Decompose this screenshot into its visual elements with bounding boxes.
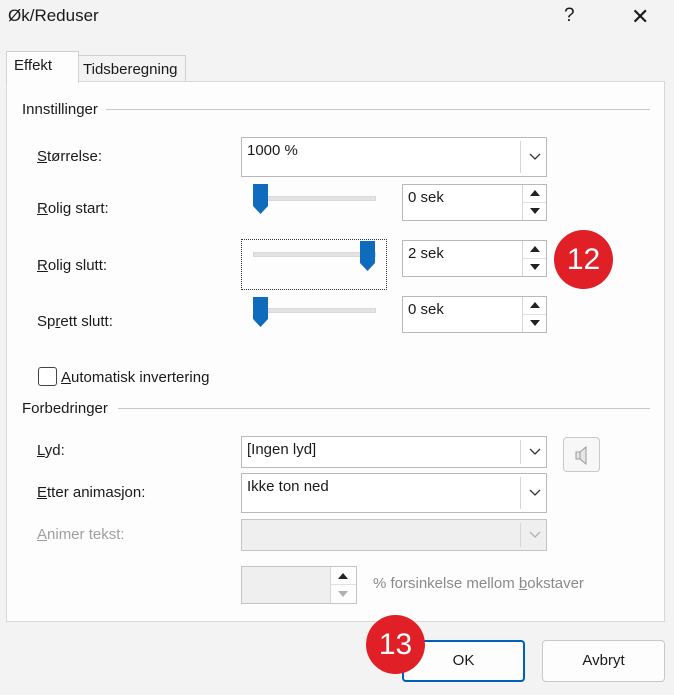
size-value: 1000 % xyxy=(247,142,298,159)
sound-dropdown-button[interactable] xyxy=(520,440,546,464)
arrow-down-icon xyxy=(530,208,540,215)
after-animation-value: Ikke ton ned xyxy=(247,478,329,495)
size-dropdown-button[interactable] xyxy=(520,141,546,173)
close-button[interactable]: ✕ xyxy=(631,4,649,30)
smooth-end-increment-button[interactable] xyxy=(522,241,546,259)
step-badge-13: 13 xyxy=(366,615,425,674)
enhancements-group-divider xyxy=(118,408,650,409)
arrow-down-icon xyxy=(530,320,540,327)
smooth-start-increment-button[interactable] xyxy=(522,185,546,203)
after-animation-combobox[interactable]: Ikke ton ned xyxy=(241,473,547,513)
bounce-end-slider-track[interactable] xyxy=(253,308,376,313)
help-button[interactable]: ? xyxy=(564,5,575,27)
step-badge-12: 12 xyxy=(554,230,613,289)
chevron-down-icon xyxy=(529,531,541,538)
arrow-up-icon xyxy=(530,246,540,253)
smooth-end-slider-track[interactable] xyxy=(253,252,376,257)
bounce-end-value: 0 sek xyxy=(408,301,444,318)
smooth-start-slider-track[interactable] xyxy=(253,196,376,201)
sound-label: Lyd: xyxy=(37,442,65,459)
cancel-button[interactable]: Avbryt xyxy=(542,640,665,682)
bounce-end-spinbox[interactable]: 0 sek xyxy=(402,296,547,333)
smooth-start-decrement-button[interactable] xyxy=(522,202,546,220)
smooth-start-label: Rolig start: xyxy=(37,200,109,217)
animate-text-dropdown-button[interactable] xyxy=(520,523,546,547)
letter-delay-decrement-button[interactable] xyxy=(330,585,356,603)
smooth-end-value: 2 sek xyxy=(408,245,444,262)
bounce-end-decrement-button[interactable] xyxy=(522,314,546,332)
letter-delay-increment-button[interactable] xyxy=(330,567,356,585)
after-animation-label: Etter animasjon: xyxy=(37,484,146,501)
smooth-end-spinbox[interactable]: 2 sek xyxy=(402,240,547,277)
enhancements-group-label: Forbedringer xyxy=(22,400,112,417)
after-animation-dropdown-button[interactable] xyxy=(520,477,546,509)
auto-reverse-checkbox[interactable] xyxy=(38,367,57,386)
size-combobox[interactable]: 1000 % xyxy=(241,137,547,177)
chevron-down-icon xyxy=(529,489,541,496)
sound-value: [Ingen lyd] xyxy=(247,441,317,458)
bounce-end-label: Sprett slutt: xyxy=(37,313,113,330)
sound-volume-button[interactable] xyxy=(563,437,600,472)
animate-text-label: Animer tekst: xyxy=(37,526,125,543)
smooth-start-spinbox[interactable]: 0 sek xyxy=(402,184,547,221)
sound-combobox[interactable]: [Ingen lyd] xyxy=(241,436,547,468)
animate-text-combobox[interactable] xyxy=(241,519,547,551)
chevron-down-icon xyxy=(529,153,541,160)
dialog-title: Øk/Reduser xyxy=(8,6,99,25)
auto-reverse-label[interactable]: Automatisk invertering xyxy=(61,369,209,386)
smooth-end-slider-thumb[interactable] xyxy=(360,241,375,271)
speaker-icon xyxy=(575,445,587,466)
arrow-up-icon xyxy=(530,302,540,309)
size-label: Størrelse: xyxy=(37,148,103,165)
letter-delay-label: % forsinkelse mellom bokstaver xyxy=(373,575,584,592)
smooth-end-decrement-button[interactable] xyxy=(522,258,546,276)
settings-group-divider xyxy=(106,109,650,110)
smooth-start-value: 0 sek xyxy=(408,189,444,206)
bounce-end-increment-button[interactable] xyxy=(522,297,546,315)
arrow-up-icon xyxy=(530,190,540,197)
arrow-down-icon xyxy=(338,591,348,597)
smooth-end-label: Rolig slutt: xyxy=(37,257,108,274)
chevron-down-icon xyxy=(529,448,541,455)
smooth-start-slider-thumb[interactable] xyxy=(253,184,268,214)
bounce-end-slider-thumb[interactable] xyxy=(253,297,268,327)
letter-delay-spinbox[interactable] xyxy=(241,566,357,604)
arrow-down-icon xyxy=(530,264,540,271)
arrow-up-icon xyxy=(338,572,348,579)
tab-effect[interactable]: Effekt xyxy=(6,51,79,83)
settings-group-label: Innstillinger xyxy=(22,101,102,118)
